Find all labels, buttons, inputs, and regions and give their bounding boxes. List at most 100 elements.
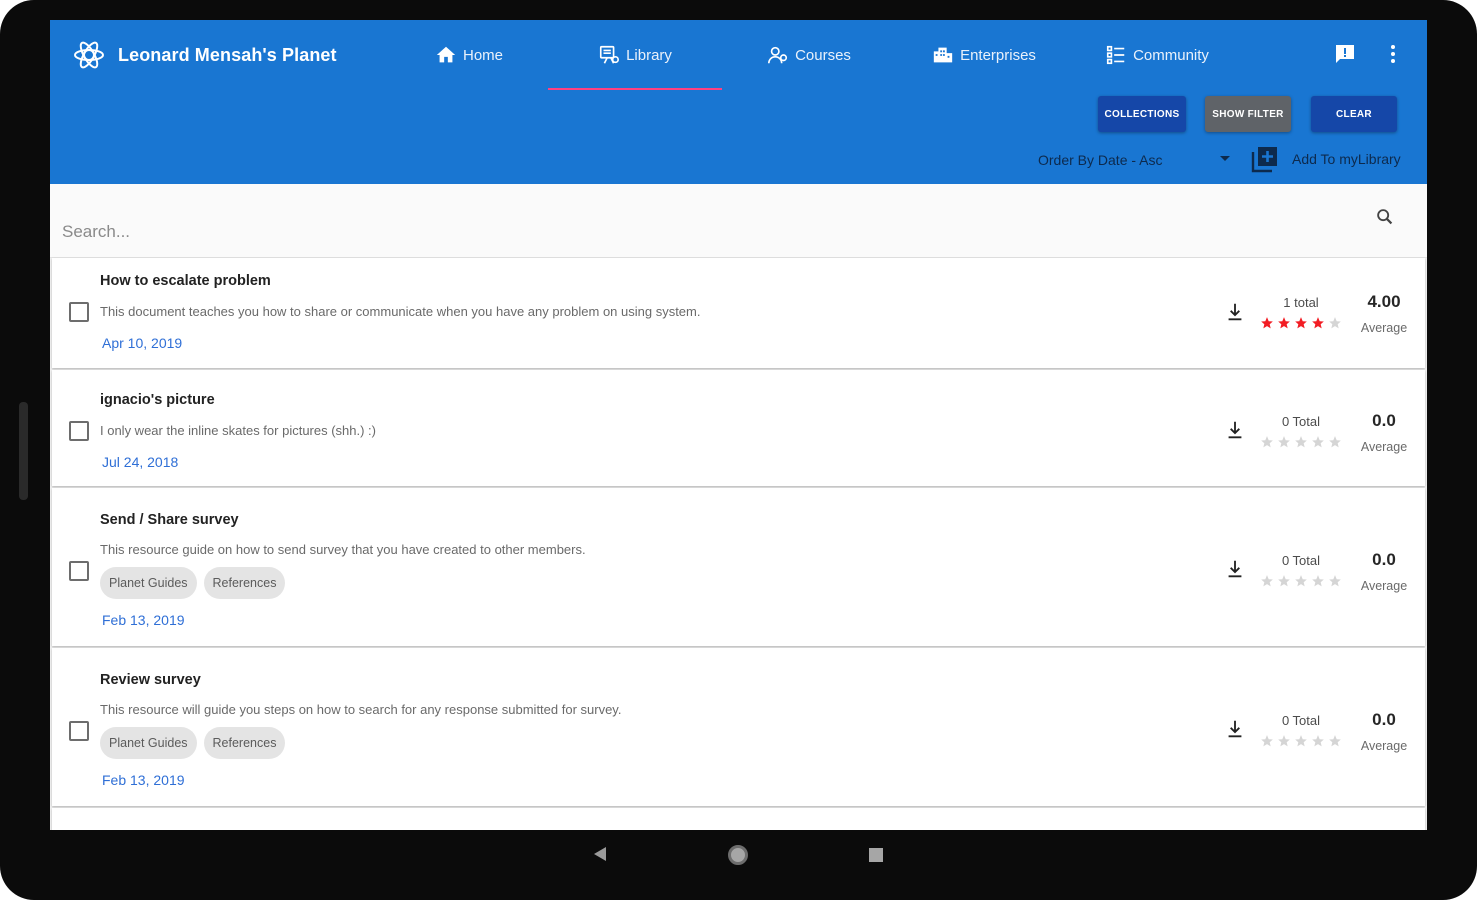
brand-title: Leonard Mensah's Planet <box>118 44 337 65</box>
star-filled-icon <box>1261 317 1273 329</box>
rating-stars <box>1258 316 1344 330</box>
order-select[interactable]: Order By Date - Asc <box>1038 148 1230 172</box>
resource-title[interactable]: How to escalate problem <box>100 273 271 289</box>
star-empty-icon <box>1261 436 1273 448</box>
average-label: Average <box>1360 579 1408 593</box>
nav-home-label: Home <box>462 46 503 64</box>
nav-enterprises-label: Enterprises <box>960 46 1036 64</box>
resource-date: Jul 24, 2018 <box>102 454 179 470</box>
star-empty-icon <box>1312 575 1324 587</box>
star-empty-icon <box>1295 575 1307 587</box>
appbar-actions <box>1333 42 1405 66</box>
nav-home[interactable]: Home <box>390 20 548 90</box>
enterprises-icon <box>933 47 953 63</box>
star-empty-icon <box>1312 735 1324 747</box>
star-empty-icon <box>1329 436 1341 448</box>
download-icon[interactable] <box>1224 301 1246 323</box>
rating-average: 0.0 Average <box>1348 550 1420 593</box>
average-label: Average <box>1360 440 1408 454</box>
rating-average: 4.00 Average <box>1348 292 1420 335</box>
tag-chip[interactable]: Planet Guides <box>100 567 197 599</box>
resource-title[interactable]: Send / Share survey <box>100 512 239 528</box>
collections-button[interactable]: COLLECTIONS <box>1098 96 1186 132</box>
back-icon[interactable] <box>594 847 606 861</box>
more-vert-icon[interactable] <box>1381 42 1405 66</box>
main-nav: Home Library Courses Enterprises Communi… <box>390 20 1242 90</box>
rating-summary[interactable]: 1 total <box>1258 295 1344 330</box>
tag-chip[interactable]: References <box>203 567 286 599</box>
nav-library[interactable]: Library <box>548 20 722 90</box>
rating-summary[interactable]: 0 Total <box>1258 713 1344 748</box>
download-icon[interactable] <box>1224 558 1246 580</box>
star-empty-icon <box>1329 317 1341 329</box>
star-empty-icon <box>1278 436 1290 448</box>
star-empty-icon <box>1312 436 1324 448</box>
resource-checkbox[interactable] <box>69 721 89 741</box>
side-hardware-button <box>19 402 28 500</box>
dropdown-caret-icon <box>1220 156 1230 161</box>
rating-total: 0 Total <box>1281 414 1321 429</box>
rating-summary[interactable]: 0 Total <box>1258 553 1344 588</box>
star-empty-icon <box>1295 735 1307 747</box>
library-add-icon <box>1251 147 1277 173</box>
resource-description: I only wear the inline skates for pictur… <box>100 423 377 438</box>
resource-tags: Planet Guides References <box>100 727 286 759</box>
rating-stars <box>1258 574 1344 588</box>
courses-icon <box>768 46 788 64</box>
nav-community[interactable]: Community <box>1072 20 1242 90</box>
nav-enterprises[interactable]: Enterprises <box>896 20 1072 90</box>
star-empty-icon <box>1261 575 1273 587</box>
system-nav-bar <box>0 830 1477 900</box>
resource-card <box>52 808 1425 830</box>
show-filter-button[interactable]: SHOW FILTER <box>1205 96 1291 132</box>
add-to-mylibrary-button[interactable]: Add To myLibrary <box>1250 144 1401 174</box>
resource-checkbox[interactable] <box>69 421 89 441</box>
brand[interactable]: Leonard Mensah's Planet <box>72 38 337 72</box>
order-select-value: Order By Date - Asc <box>1038 152 1163 168</box>
star-empty-icon <box>1329 575 1341 587</box>
feedback-icon[interactable] <box>1333 42 1357 66</box>
tag-chip[interactable]: References <box>203 727 286 759</box>
resource-date: Feb 13, 2019 <box>102 612 185 628</box>
library-icon <box>599 45 620 64</box>
average-value: 0.0 <box>1372 411 1396 430</box>
tag-chip[interactable]: Planet Guides <box>100 727 197 759</box>
search-input[interactable] <box>62 218 1342 246</box>
nav-community-label: Community <box>1133 46 1209 64</box>
home-icon <box>436 46 456 63</box>
resource-checkbox[interactable] <box>69 302 89 322</box>
download-icon[interactable] <box>1224 718 1246 740</box>
nav-courses-label: Courses <box>795 46 851 64</box>
rating-total: 0 Total <box>1281 713 1321 728</box>
average-label: Average <box>1360 321 1408 335</box>
clear-button[interactable]: CLEAR <box>1311 96 1397 132</box>
resource-date: Feb 13, 2019 <box>102 772 185 788</box>
search-icon[interactable] <box>1374 206 1396 228</box>
resource-title[interactable]: Review survey <box>100 672 201 688</box>
resource-date: Apr 10, 2019 <box>102 335 183 351</box>
star-filled-icon <box>1295 317 1307 329</box>
resource-description: This resource guide on how to send surve… <box>100 542 586 557</box>
rating-stars <box>1258 435 1344 449</box>
planet-logo-icon <box>74 41 104 69</box>
app-bar: Leonard Mensah's Planet Home Library Cou… <box>50 20 1427 184</box>
star-empty-icon <box>1278 735 1290 747</box>
download-icon[interactable] <box>1224 419 1246 441</box>
nav-courses[interactable]: Courses <box>722 20 896 90</box>
rating-summary[interactable]: 0 Total <box>1258 414 1344 449</box>
resource-title[interactable]: ignacio's picture <box>100 392 215 408</box>
resource-card: Send / Share survey This resource guide … <box>52 488 1425 646</box>
tablet-frame: Leonard Mensah's Planet Home Library Cou… <box>0 0 1477 900</box>
community-icon <box>1106 45 1125 65</box>
add-to-mylibrary-label: Add To myLibrary <box>1292 151 1401 167</box>
nav-library-label: Library <box>626 46 672 64</box>
home-circle-icon[interactable] <box>728 845 748 865</box>
resource-description: This document teaches you how to share o… <box>100 304 701 319</box>
recents-icon[interactable] <box>869 848 883 862</box>
rating-total: 1 total <box>1283 295 1319 310</box>
resource-checkbox[interactable] <box>69 561 89 581</box>
average-value: 0.0 <box>1372 710 1396 729</box>
star-empty-icon <box>1278 575 1290 587</box>
average-label: Average <box>1360 739 1408 753</box>
star-filled-icon <box>1312 317 1324 329</box>
